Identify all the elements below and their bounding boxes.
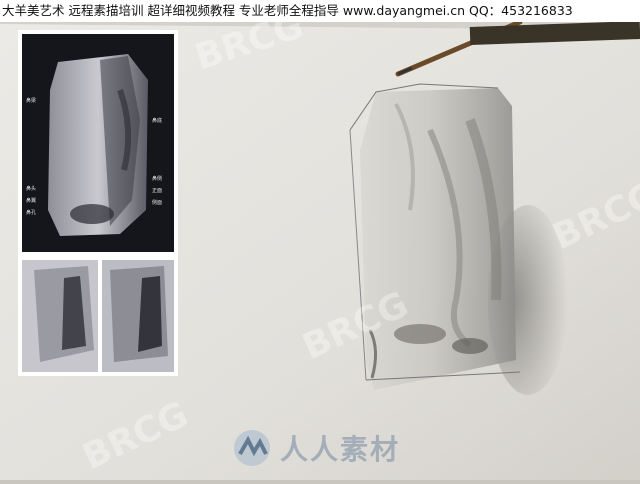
ref-label: 鼻梁 [26,97,36,104]
reference-photo-bottom [18,256,178,376]
promo-banner: 大羊美艺术 远程素描培训 超详细视频教程 专业老师全程指导 www.dayang… [0,0,640,22]
ref-label: 侧面 [152,199,162,206]
ref-label: 鼻底 [152,117,162,124]
ref-label: 鼻翼 [26,197,36,204]
ref-label: 鼻侧 [152,175,162,182]
ref-label: 正面 [152,188,162,194]
reference-photo-main [18,30,178,256]
site-logo: 人人素材 [232,428,400,468]
logo-icon [234,430,270,466]
photo-canvas: 鼻梁 鼻头 鼻翼 鼻孔 鼻底 鼻侧 正面 侧面 BRCG BRCG BRCG B… [0,5,640,480]
ref-label: 鼻孔 [26,209,36,216]
ref-label: 鼻头 [26,185,36,192]
logo-text: 人人素材 [280,433,401,466]
scene: 鼻梁 鼻头 鼻翼 鼻孔 鼻底 鼻侧 正面 侧面 BRCG BRCG BRCG B… [0,0,640,480]
